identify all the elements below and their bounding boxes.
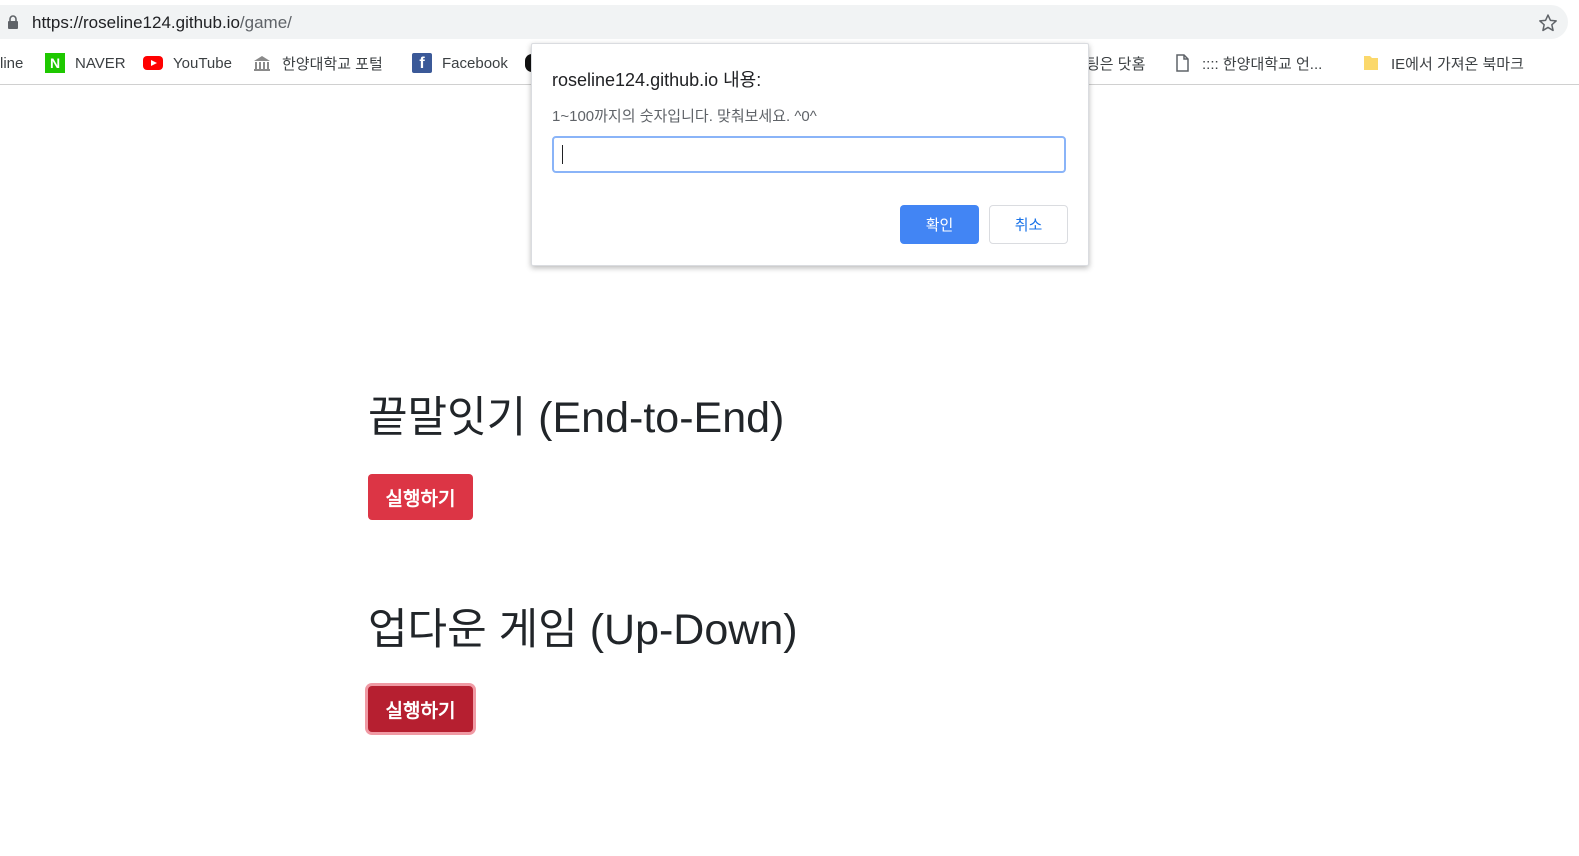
- cancel-button[interactable]: 취소: [989, 205, 1068, 244]
- bookmark-label: :::: 한양대학교 언...: [1202, 55, 1323, 73]
- dialog-input[interactable]: [552, 136, 1066, 173]
- folder-icon: [1364, 56, 1378, 70]
- run-up-down-button[interactable]: 실행하기: [368, 686, 473, 732]
- bookmark-naver[interactable]: N NAVER: [45, 52, 126, 74]
- university-icon: [254, 56, 270, 71]
- url-text[interactable]: https://roseline124.github.io/game/: [32, 13, 292, 33]
- section-title-up-down: 업다운 게임 (Up-Down): [368, 606, 798, 654]
- lock-icon[interactable]: [7, 15, 19, 29]
- bookmark-line[interactable]: line: [0, 52, 23, 74]
- bookmark-label: YouTube: [173, 54, 232, 72]
- naver-icon: N: [45, 53, 65, 73]
- ok-button[interactable]: 확인: [900, 205, 979, 244]
- prompt-dialog: roseline124.github.io 내용: 1~100까지의 숫자입니다…: [531, 43, 1089, 266]
- bookmark-label: 한양대학교 포털: [282, 55, 383, 73]
- bookmark-label: line: [0, 54, 24, 72]
- url-path: /game/: [239, 13, 292, 32]
- url-host: https://roseline124.github.io: [32, 13, 240, 32]
- bookmark-hanyang-lang[interactable]: :::: 한양대학교 언...: [1172, 52, 1322, 74]
- facebook-icon: f: [412, 53, 432, 73]
- browser-window: https://roseline124.github.io/game/ line…: [0, 0, 1579, 856]
- bookmark-label: Facebook: [442, 54, 508, 72]
- dialog-title: roseline124.github.io 내용:: [552, 70, 762, 90]
- bookmark-youtube[interactable]: YouTube: [143, 52, 232, 74]
- youtube-icon: [143, 53, 163, 73]
- bookmark-label: 팅은 닷홈: [1086, 55, 1146, 73]
- run-end-to-end-button[interactable]: 실행하기: [368, 474, 473, 520]
- page-icon: [1176, 54, 1189, 72]
- bookmark-star-icon[interactable]: [1538, 13, 1558, 33]
- bookmark-dothome[interactable]: 팅은 닷홈: [1086, 52, 1145, 74]
- bookmark-label: IE에서 가져온 북마크: [1391, 55, 1524, 73]
- bookmark-facebook[interactable]: f Facebook: [412, 52, 508, 74]
- omnibox[interactable]: https://roseline124.github.io/game/: [0, 5, 1568, 39]
- dialog-message: 1~100까지의 숫자입니다. 맞춰보세요. ^0^: [552, 108, 817, 125]
- bookmark-hanyang-portal[interactable]: 한양대학교 포털: [252, 52, 383, 74]
- section-title-end-to-end: 끝말잇기 (End-to-End): [368, 394, 785, 442]
- address-bar: https://roseline124.github.io/game/: [0, 0, 1579, 44]
- text-caret: [562, 145, 563, 164]
- bookmark-label: NAVER: [75, 54, 126, 72]
- bookmark-ie-folder[interactable]: IE에서 가져온 북마크: [1361, 52, 1524, 74]
